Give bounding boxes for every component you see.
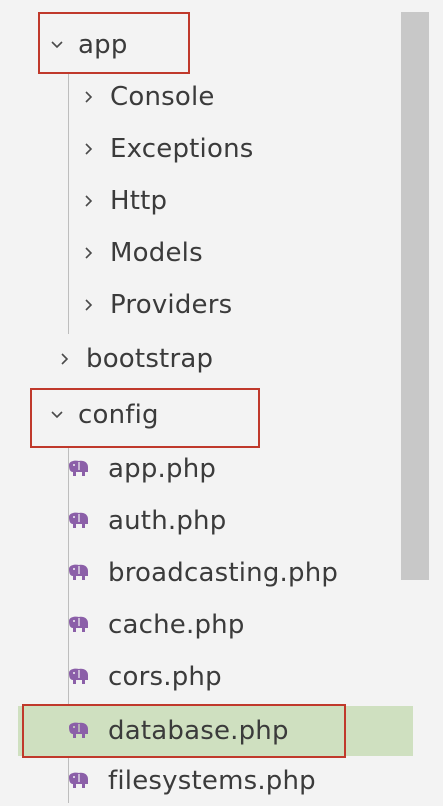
folder-label-providers: Providers	[110, 290, 233, 320]
folder-http[interactable]: Http	[8, 176, 403, 226]
file-label-app-php: app.php	[108, 454, 217, 484]
folder-label-http: Http	[110, 186, 168, 216]
chevron-right-icon	[80, 192, 98, 210]
explorer-tree: app Console Exceptions Http Models Provi…	[8, 0, 435, 803]
php-elephant-icon	[66, 563, 92, 583]
folder-label-bootstrap: bootstrap	[86, 344, 214, 374]
folder-models[interactable]: Models	[8, 228, 403, 278]
chevron-right-icon	[80, 296, 98, 314]
file-label-filesystems-php: filesystems.php	[108, 766, 316, 796]
folder-exceptions[interactable]: Exceptions	[8, 124, 403, 174]
file-explorer-panel: app Console Exceptions Http Models Provi…	[0, 0, 443, 803]
file-label-cors-php: cors.php	[108, 662, 222, 692]
folder-label-console: Console	[110, 82, 215, 112]
php-elephant-icon	[66, 721, 92, 741]
folder-label-config: config	[78, 400, 159, 430]
folder-console[interactable]: Console	[8, 72, 403, 122]
file-filesystems-php[interactable]: filesystems.php	[8, 756, 403, 806]
php-elephant-icon	[66, 459, 92, 479]
chevron-down-icon	[48, 36, 66, 54]
chevron-right-icon	[56, 350, 74, 368]
file-label-database-php: database.php	[108, 716, 289, 746]
chevron-right-icon	[80, 88, 98, 106]
file-app-php[interactable]: app.php	[8, 444, 403, 494]
chevron-right-icon	[80, 140, 98, 158]
php-elephant-icon	[66, 771, 92, 791]
file-broadcasting-php[interactable]: broadcasting.php	[8, 548, 403, 598]
folder-label-models: Models	[110, 238, 203, 268]
file-label-cache-php: cache.php	[108, 610, 245, 640]
chevron-right-icon	[80, 244, 98, 262]
file-cache-php[interactable]: cache.php	[8, 600, 403, 650]
php-elephant-icon	[66, 615, 92, 635]
folder-app[interactable]: app	[8, 20, 403, 70]
file-label-broadcasting-php: broadcasting.php	[108, 558, 339, 588]
folder-config[interactable]: config	[8, 390, 403, 440]
php-elephant-icon	[66, 667, 92, 687]
scrollbar-thumb[interactable]	[401, 12, 429, 580]
folder-label-exceptions: Exceptions	[110, 134, 254, 164]
folder-label-app: app	[78, 30, 128, 60]
php-elephant-icon	[66, 511, 92, 531]
file-cors-php[interactable]: cors.php	[8, 652, 403, 702]
folder-providers[interactable]: Providers	[8, 280, 403, 330]
file-label-auth-php: auth.php	[108, 506, 227, 536]
file-database-php[interactable]: database.php	[8, 706, 403, 756]
file-auth-php[interactable]: auth.php	[8, 496, 403, 546]
folder-bootstrap[interactable]: bootstrap	[8, 334, 403, 384]
chevron-down-icon	[48, 406, 66, 424]
